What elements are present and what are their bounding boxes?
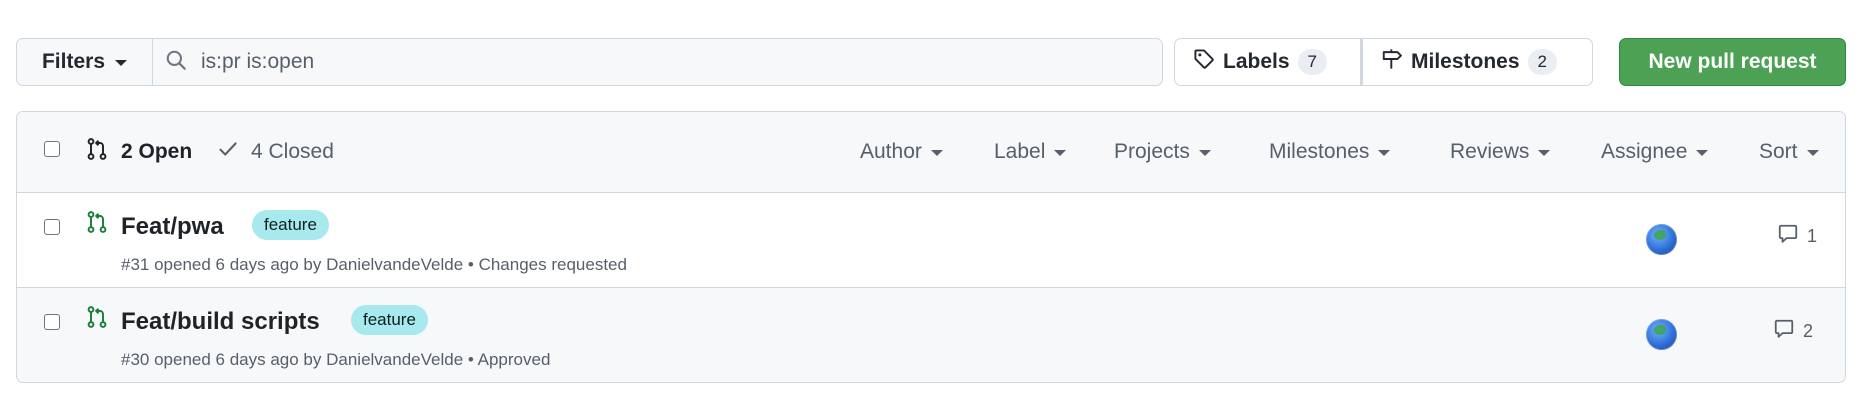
chevron-down-icon	[1538, 150, 1551, 156]
chevron-down-icon	[1696, 150, 1709, 156]
labels-milestones-group: Labels 7 Milestones 2	[1174, 38, 1593, 86]
closed-count-label: 4 Closed	[251, 140, 334, 163]
git-pull-request-icon	[85, 137, 109, 167]
avatar[interactable]	[1646, 224, 1677, 255]
tag-icon	[1193, 48, 1215, 76]
labels-button-label: Labels	[1223, 50, 1290, 73]
list-header: 2 Open 4 Closed Author Label Projects Mi…	[17, 112, 1845, 193]
feature-label[interactable]: feature	[351, 305, 428, 335]
new-pull-request-button[interactable]: New pull request	[1619, 38, 1846, 86]
projects-filter[interactable]: Projects	[1114, 112, 1211, 192]
closed-tab[interactable]: 4 Closed	[217, 112, 334, 192]
open-count-label: 2 Open	[121, 140, 193, 163]
filters-button-label: Filters	[41, 50, 106, 73]
milestones-count-badge: 2	[1527, 49, 1557, 75]
git-pull-request-icon	[85, 210, 109, 239]
labels-count-badge: 7	[1297, 49, 1327, 75]
comment-icon	[1773, 318, 1795, 345]
author-filter-label: Author	[860, 140, 922, 163]
pull-requests-page: Filters Labels 7 Milestones 2 New pull r…	[0, 0, 1862, 402]
comment-count: 1	[1807, 226, 1818, 246]
labels-button[interactable]: Labels 7	[1174, 38, 1361, 86]
open-tab[interactable]: 2 Open	[85, 112, 192, 192]
search-input[interactable]	[199, 49, 1103, 75]
comments-link[interactable]: 1	[1777, 223, 1817, 250]
select-all-checkbox[interactable]	[44, 141, 60, 157]
pr-meta: #31 opened 6 days ago by DanielvandeVeld…	[121, 255, 627, 274]
row-checkbox[interactable]	[44, 314, 60, 330]
sort-filter[interactable]: Sort	[1759, 112, 1819, 192]
milestones-filter[interactable]: Milestones	[1269, 112, 1391, 192]
list-item: Feat/pwa feature #31 opened 6 days ago b…	[17, 193, 1845, 288]
check-icon	[217, 138, 239, 166]
comment-icon	[1777, 223, 1799, 250]
pr-meta: #30 opened 6 days ago by DanielvandeVeld…	[121, 350, 551, 369]
git-pull-request-icon	[85, 305, 109, 334]
pr-title-link[interactable]: Feat/pwa	[121, 213, 224, 241]
projects-filter-label: Projects	[1114, 140, 1190, 163]
assignee-filter[interactable]: Assignee	[1601, 112, 1709, 192]
chevron-down-icon	[1378, 150, 1391, 156]
milestones-button-label: Milestones	[1411, 50, 1520, 73]
reviews-filter-label: Reviews	[1450, 140, 1530, 163]
chevron-down-icon	[1198, 150, 1211, 156]
filters-button[interactable]: Filters	[16, 38, 153, 86]
label-filter[interactable]: Label	[994, 112, 1067, 192]
milestones-button[interactable]: Milestones 2	[1361, 38, 1593, 86]
avatar[interactable]	[1646, 319, 1677, 350]
search-box[interactable]	[153, 38, 1163, 86]
milestones-filter-label: Milestones	[1269, 140, 1370, 163]
chevron-down-icon	[1054, 150, 1067, 156]
chevron-down-icon	[930, 150, 943, 156]
list-item: Feat/build scripts feature #30 opened 6 …	[17, 288, 1845, 382]
assignee-filter-label: Assignee	[1601, 140, 1688, 163]
milestone-icon	[1381, 48, 1403, 76]
reviews-filter[interactable]: Reviews	[1450, 112, 1551, 192]
chevron-down-icon	[1806, 150, 1819, 156]
sort-filter-label: Sort	[1759, 140, 1798, 163]
label-filter-label: Label	[994, 140, 1046, 163]
filters-search-group: Filters	[16, 38, 1163, 86]
author-filter[interactable]: Author	[860, 112, 943, 192]
search-icon	[165, 49, 187, 76]
comments-link[interactable]: 2	[1773, 318, 1813, 345]
pr-title-link[interactable]: Feat/build scripts	[121, 308, 320, 336]
pull-request-list: 2 Open 4 Closed Author Label Projects Mi…	[16, 111, 1846, 383]
row-checkbox[interactable]	[44, 219, 60, 235]
comment-count: 2	[1803, 321, 1814, 341]
chevron-down-icon	[115, 60, 128, 66]
feature-label[interactable]: feature	[252, 210, 329, 240]
